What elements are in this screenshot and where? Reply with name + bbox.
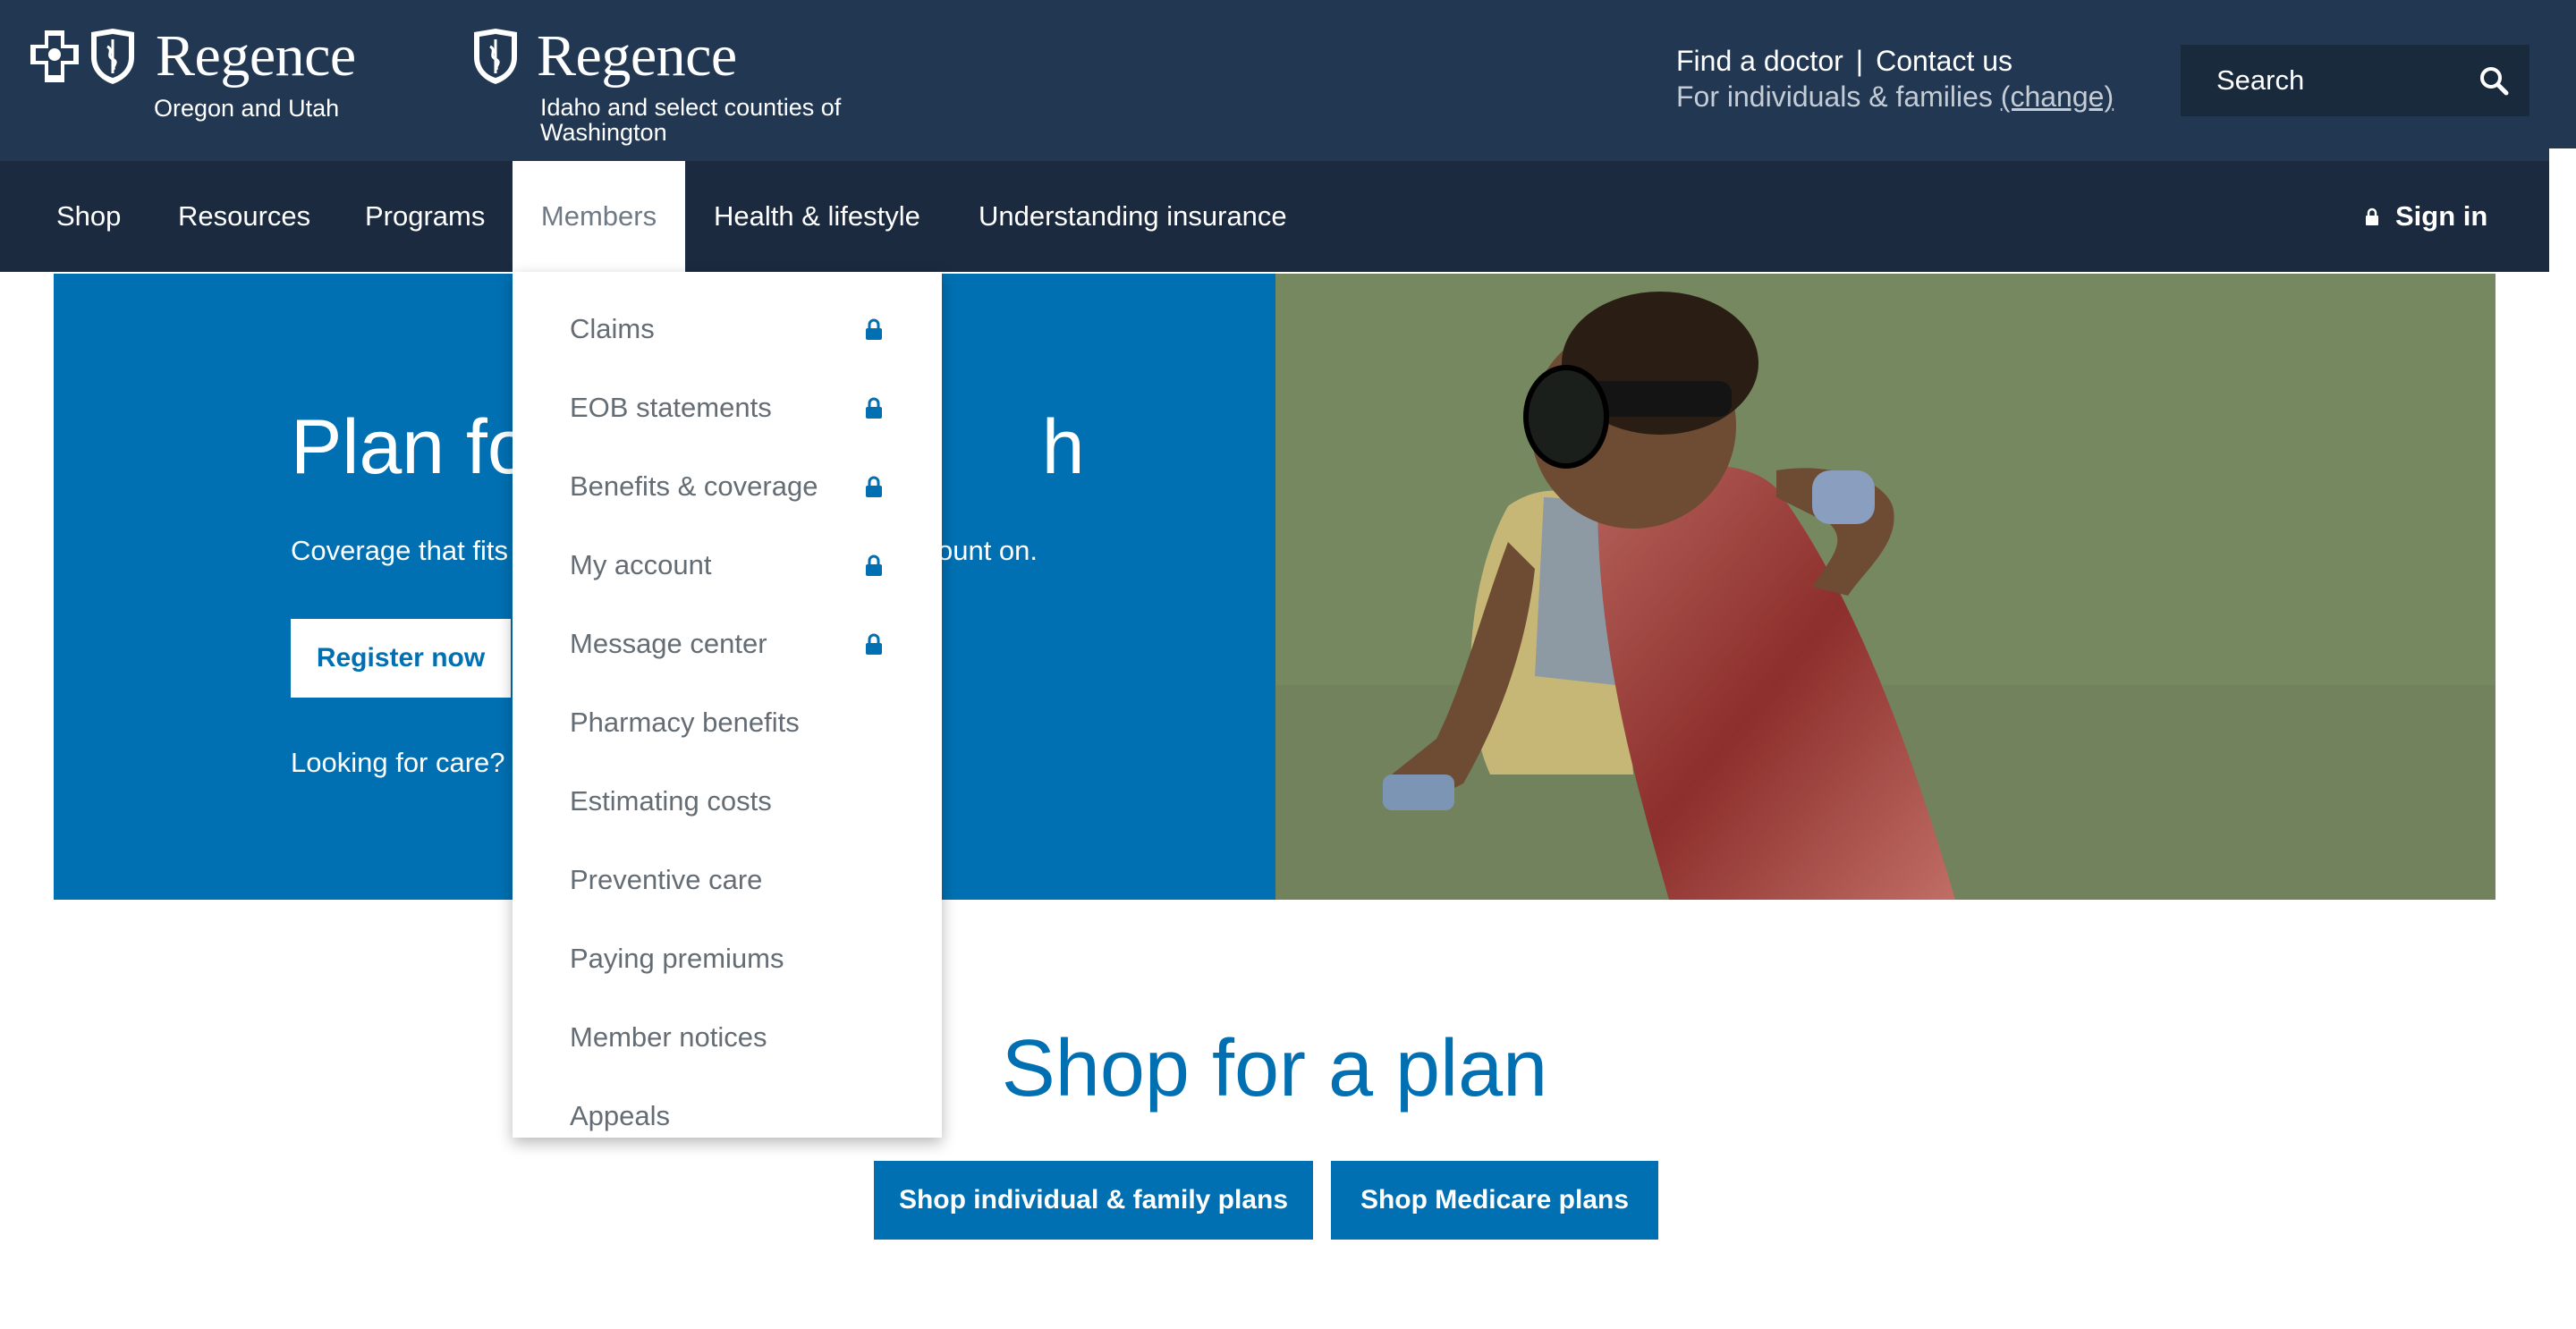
menu-item-message-center[interactable]: Message center xyxy=(570,626,883,662)
menu-item-label: Preventive care xyxy=(570,864,763,895)
brand-region: Idaho and select counties of Washington xyxy=(540,94,842,146)
sign-in-button[interactable]: Sign in xyxy=(2365,161,2487,272)
shop-medicare-button[interactable]: Shop Medicare plans xyxy=(1331,1161,1658,1240)
page-edge xyxy=(2549,148,2576,274)
menu-item-preventive-care[interactable]: Preventive care xyxy=(570,862,883,898)
hero-image xyxy=(1275,274,2496,900)
hero-subtitle-start: Coverage that fits xyxy=(291,535,508,566)
lock-icon xyxy=(2365,207,2379,225)
contact-us-link[interactable]: Contact us xyxy=(1876,43,2012,79)
blue-shield-logo-icon xyxy=(91,29,134,84)
search-input[interactable]: Search xyxy=(2181,64,2458,97)
lock-icon xyxy=(865,318,883,340)
hero-subtitle-end: ount on. xyxy=(936,535,1038,566)
menu-item-label: Claims xyxy=(570,313,655,344)
blue-cross-logo-icon xyxy=(30,30,79,82)
search-box[interactable]: Search xyxy=(2181,45,2529,116)
audience-label: For individuals & families xyxy=(1676,80,1993,113)
change-audience-link[interactable]: (change) xyxy=(2001,80,2114,113)
hero-title-end: h xyxy=(1041,404,1085,490)
menu-item-label: Benefits & coverage xyxy=(570,470,818,502)
nav-understanding-insurance[interactable]: Understanding insurance xyxy=(979,161,1287,272)
menu-item-label: Estimating costs xyxy=(570,785,772,817)
menu-item-paying-premiums[interactable]: Paying premiums xyxy=(570,941,883,977)
lock-icon xyxy=(865,476,883,497)
brand-name: Regence xyxy=(156,23,356,89)
register-now-button[interactable]: Register now xyxy=(291,619,511,698)
sign-in-label: Sign in xyxy=(2395,200,2488,232)
nav-resources[interactable]: Resources xyxy=(178,161,310,272)
menu-item-label: Paying premiums xyxy=(570,943,784,974)
utility-links: Find a doctor | Contact us For individua… xyxy=(1676,43,2114,114)
brand-idaho-washington[interactable]: Regence Idaho and select counties of Was… xyxy=(470,23,841,145)
nav-members[interactable]: Members xyxy=(513,161,685,272)
menu-item-eob-statements[interactable]: EOB statements xyxy=(570,390,883,426)
lock-icon xyxy=(865,554,883,576)
menu-item-my-account[interactable]: My account xyxy=(570,547,883,583)
menu-item-label: Pharmacy benefits xyxy=(570,707,800,738)
blue-shield-logo-icon xyxy=(474,29,517,84)
looking-for-care-link[interactable]: Looking for care? xyxy=(291,747,505,779)
link-separator: | xyxy=(1855,45,1864,77)
menu-item-label: Message center xyxy=(570,628,767,659)
lock-icon xyxy=(865,397,883,419)
brand-region: Oregon and Utah xyxy=(154,95,340,122)
menu-item-claims[interactable]: Claims xyxy=(570,311,883,347)
menu-item-label: EOB statements xyxy=(570,392,772,423)
menu-item-label: My account xyxy=(570,549,712,580)
shop-individual-family-button[interactable]: Shop individual & family plans xyxy=(874,1161,1313,1240)
brand-name: Regence xyxy=(537,23,737,89)
menu-item-pharmacy-benefits[interactable]: Pharmacy benefits xyxy=(570,705,883,741)
nav-health-lifestyle[interactable]: Health & lifestyle xyxy=(714,161,920,272)
menu-item-benefits-coverage[interactable]: Benefits & coverage xyxy=(570,469,883,504)
nav-shop[interactable]: Shop xyxy=(56,161,121,272)
lock-icon xyxy=(865,633,883,655)
members-dropdown-menu: Claims EOB statements Benefits & coverag… xyxy=(513,272,942,1138)
brand-oregon-utah[interactable]: Regence Oregon and Utah xyxy=(27,23,356,121)
nav-programs[interactable]: Programs xyxy=(365,161,485,272)
search-icon[interactable] xyxy=(2458,45,2529,116)
audience-line: For individuals & families (change) xyxy=(1676,79,2114,114)
shop-for-plan-heading: Shop for a plan xyxy=(1001,1024,1548,1113)
hero-title-start: Plan fo xyxy=(291,404,530,490)
menu-item-estimating-costs[interactable]: Estimating costs xyxy=(570,783,883,819)
find-doctor-link[interactable]: Find a doctor xyxy=(1676,43,1843,79)
